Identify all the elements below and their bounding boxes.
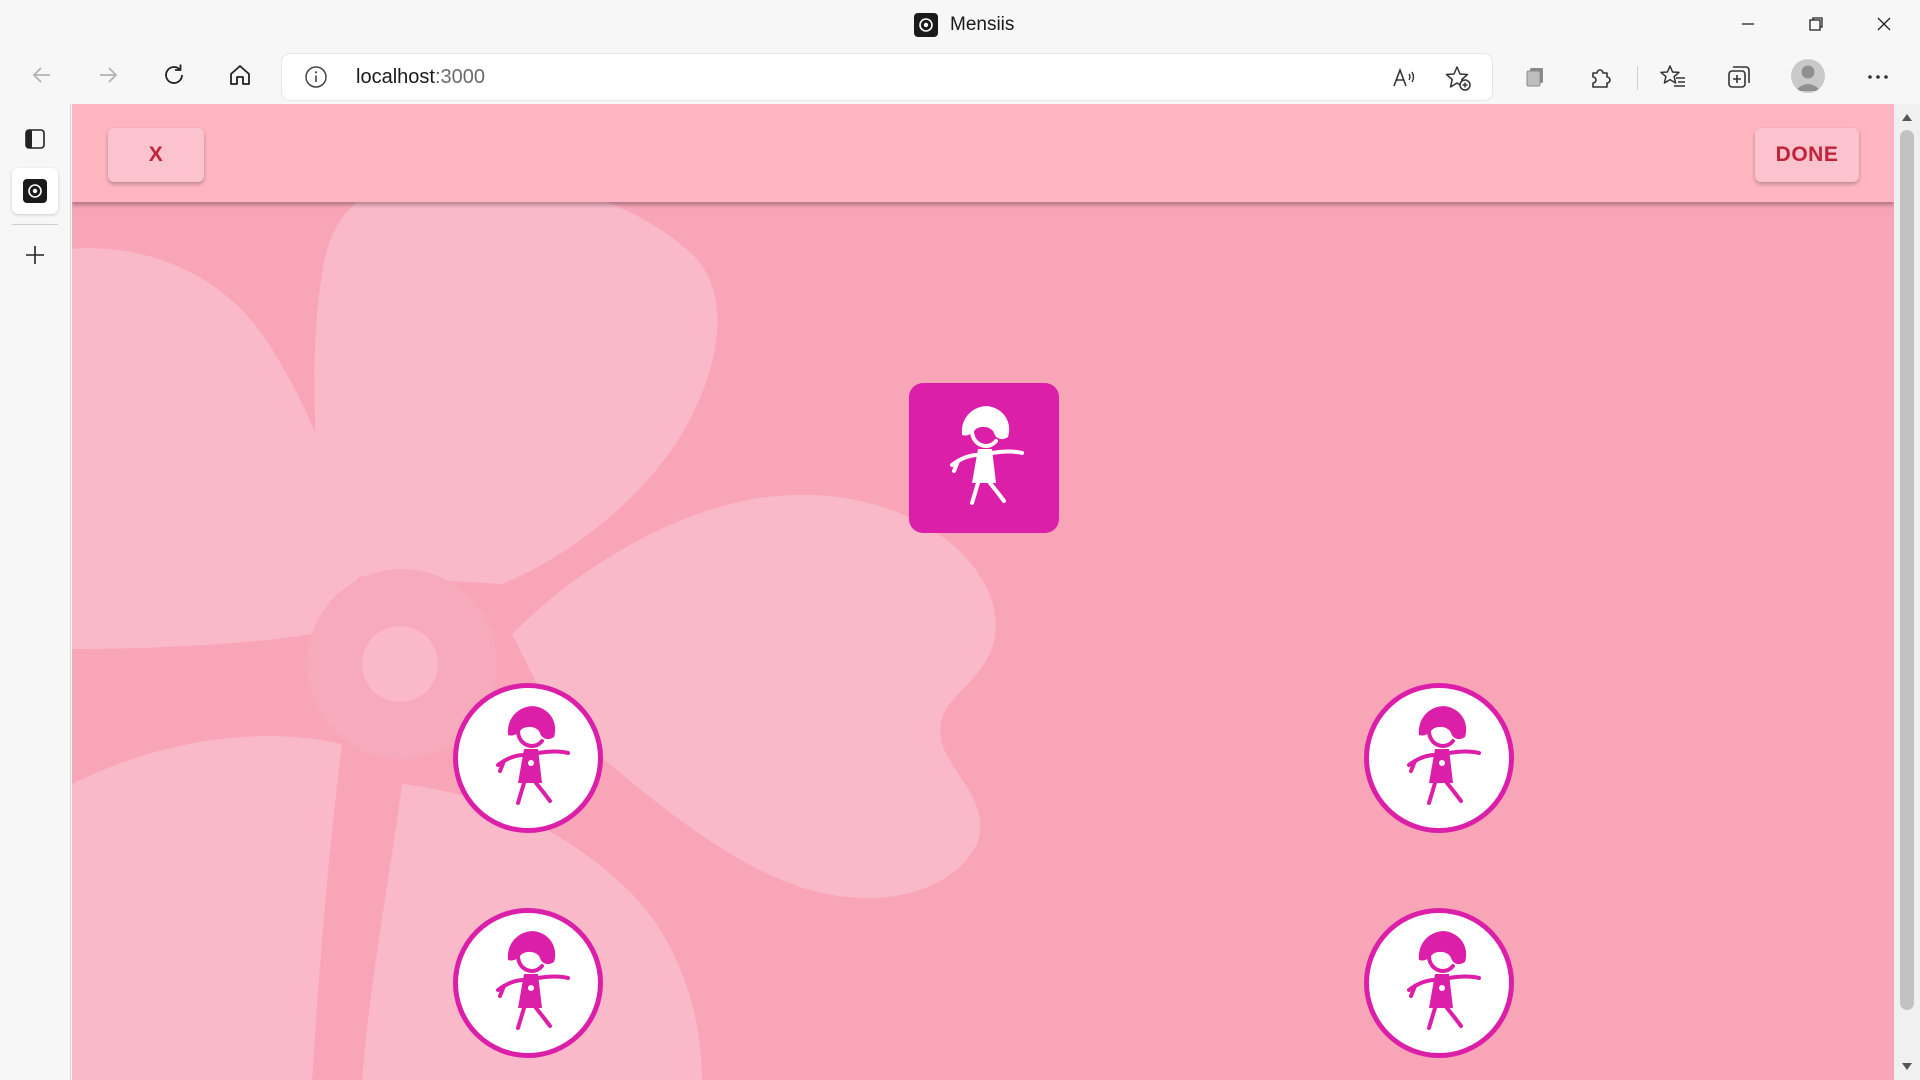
flower-decoration [72, 173, 996, 1080]
flower-petal-lower-left [72, 736, 342, 1080]
back-icon [30, 63, 54, 92]
vertical-tabs-sidebar [0, 104, 71, 1080]
choice-option-4[interactable] [1364, 908, 1514, 1058]
done-button[interactable]: DONE [1755, 128, 1859, 182]
site-info-icon[interactable] [304, 65, 328, 89]
url-text[interactable]: localhost:3000 [356, 65, 485, 89]
new-tab-button[interactable] [12, 234, 58, 280]
forward-button[interactable] [86, 56, 130, 98]
url-port: :3000 [434, 66, 485, 88]
active-tab[interactable] [12, 168, 58, 214]
exit-button[interactable]: X [108, 128, 204, 182]
girl-figure-icon [478, 926, 578, 1041]
minimize-button[interactable] [1714, 0, 1782, 48]
add-tab-group-icon[interactable] [1721, 59, 1757, 95]
restore-button[interactable] [1782, 0, 1850, 48]
sidebar-separator [12, 224, 58, 225]
url-host: localhost [356, 66, 435, 88]
tab-actions-button[interactable] [12, 118, 58, 164]
girl-figure-icon [934, 401, 1034, 516]
toolbar-separator [1637, 66, 1638, 90]
target-symbol-tile [909, 383, 1059, 533]
choice-option-3[interactable] [453, 908, 603, 1058]
browser-toolbar: localhost:3000 [0, 50, 1920, 104]
collections-icon[interactable] [1517, 59, 1553, 95]
app-header: X DONE [72, 104, 1894, 202]
girl-figure-icon [1389, 701, 1489, 816]
choice-option-2[interactable] [1364, 683, 1514, 833]
choice-option-1[interactable] [453, 683, 603, 833]
page-viewport: X DONE [72, 104, 1894, 1080]
home-button[interactable] [218, 56, 262, 98]
scroll-down-arrow-icon[interactable] [1900, 1060, 1914, 1074]
window-title: Mensiis [950, 14, 1015, 35]
close-window-button[interactable] [1850, 0, 1918, 48]
window-title-group: Mensiis [914, 12, 1014, 38]
page-scrollbar[interactable] [1894, 104, 1920, 1080]
scroll-up-arrow-icon[interactable] [1900, 110, 1914, 124]
girl-figure-icon [1389, 926, 1489, 1041]
extensions-icon[interactable] [1583, 59, 1619, 95]
flower-petal-top [314, 173, 718, 585]
address-bar[interactable]: localhost:3000 [282, 54, 1492, 100]
refresh-icon [161, 62, 187, 93]
flower-center-dot [362, 626, 438, 702]
tab-actions-icon [23, 127, 47, 156]
flower-petal-right [512, 494, 996, 899]
scrollbar-thumb[interactable] [1900, 130, 1914, 1010]
forward-icon [96, 63, 120, 92]
more-icon[interactable] [1860, 59, 1896, 95]
new-tab-icon [23, 243, 47, 272]
read-aloud-icon[interactable] [1389, 63, 1419, 93]
refresh-button[interactable] [152, 56, 196, 98]
profile-icon[interactable] [1791, 59, 1825, 93]
girl-figure-icon [478, 701, 578, 816]
back-button[interactable] [20, 56, 64, 98]
app-favicon-icon [914, 13, 938, 37]
home-icon [227, 62, 253, 93]
favorites-icon[interactable] [1655, 59, 1691, 95]
active-tab-favicon [23, 179, 47, 203]
add-favorite-icon[interactable] [1443, 63, 1473, 93]
browser-title-bar: Mensiis [0, 0, 1920, 50]
